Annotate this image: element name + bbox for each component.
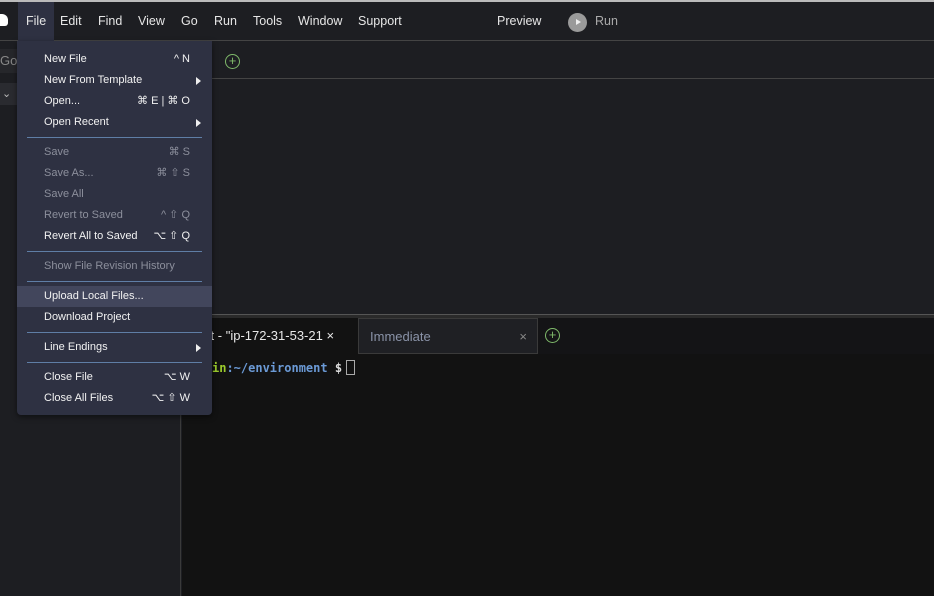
menu-edit[interactable]: Edit xyxy=(52,2,90,41)
menu-view[interactable]: View xyxy=(130,2,173,41)
terminal-tab-bar: ort - "ip-172-31-53-21 × Immediate × + xyxy=(182,318,934,354)
menu-item-label: Revert to Saved xyxy=(44,209,123,221)
shortcut-label: ^ N xyxy=(173,53,190,65)
menubar: File Edit Find View Go Run Tools Window … xyxy=(0,2,934,41)
menu-item-download-project[interactable]: Download Project xyxy=(17,307,212,328)
terminal[interactable]: in:~/environment $ xyxy=(182,354,934,596)
menu-item-close-all-files[interactable]: Close All Files ⌥ ⇧ W xyxy=(17,388,212,409)
shortcut-label: ⌥ ⇧ Q xyxy=(153,230,190,242)
menu-item-line-endings[interactable]: Line Endings xyxy=(17,337,212,358)
immediate-tab[interactable]: Immediate × xyxy=(358,318,538,354)
menu-item-save-as: Save As... ⌘ ⇧ S xyxy=(17,163,212,184)
close-icon[interactable]: × xyxy=(519,319,527,355)
submenu-arrow-icon xyxy=(196,344,201,352)
menu-separator xyxy=(27,281,202,282)
menu-item-label: Save xyxy=(44,146,70,158)
menu-run[interactable]: Run xyxy=(206,2,245,41)
new-tab-plus-icon[interactable]: + xyxy=(225,54,240,69)
menu-item-revert-to-saved: Revert to Saved ^ ⇧ Q xyxy=(17,205,212,226)
run-button[interactable]: Run xyxy=(587,2,626,41)
menu-window[interactable]: Window xyxy=(290,2,350,41)
prompt-symbol: $ xyxy=(334,361,343,375)
shortcut-label: ⌘ S xyxy=(168,146,190,158)
menu-item-label: Download Project xyxy=(44,311,131,323)
preview-button[interactable]: Preview xyxy=(489,2,549,41)
shortcut-label: ⌥ ⇧ W xyxy=(151,392,190,404)
new-terminal-plus-icon[interactable]: + xyxy=(545,328,560,343)
menu-item-upload-local-files[interactable]: Upload Local Files... xyxy=(17,286,212,307)
menu-item-open-recent[interactable]: Open Recent xyxy=(17,112,212,133)
menu-item-open[interactable]: Open... ⌘ E | ⌘ O xyxy=(17,91,212,112)
menu-item-label: Close File xyxy=(44,371,93,383)
shortcut-label: ⌘ E | ⌘ O xyxy=(137,95,190,107)
file-menu-dropdown: New File ^ N New From Template Open... ⌘ E |… xyxy=(17,41,212,415)
run-play-icon[interactable] xyxy=(568,13,587,32)
editor-tab-bar: + xyxy=(182,41,934,79)
chevron-down-icon: ⌄ xyxy=(2,88,12,100)
menu-go[interactable]: Go xyxy=(173,2,206,41)
menu-item-close-file[interactable]: Close File ⌥ W xyxy=(17,367,212,388)
menu-tools[interactable]: Tools xyxy=(245,2,290,41)
cloud9-logo-icon[interactable] xyxy=(0,14,8,26)
menu-find[interactable]: Find xyxy=(90,2,130,41)
shortcut-label: ^ ⇧ Q xyxy=(160,209,190,221)
menu-support[interactable]: Support xyxy=(350,2,410,41)
shortcut-label: ⌘ ⇧ S xyxy=(156,167,190,179)
terminal-cursor xyxy=(346,360,356,375)
menu-item-label: Line Endings xyxy=(44,341,108,353)
submenu-arrow-icon xyxy=(196,119,201,127)
menu-item-label: Save All xyxy=(44,188,84,200)
menu-item-label: Open Recent xyxy=(44,116,109,128)
prompt-path: :~/environment xyxy=(226,361,328,375)
menu-separator xyxy=(27,251,202,252)
menu-item-label: Save As... xyxy=(44,167,94,179)
menu-separator xyxy=(27,332,202,333)
menu-item-new-file[interactable]: New File ^ N xyxy=(17,49,212,70)
menu-separator xyxy=(27,362,202,363)
shortcut-label: ⌥ W xyxy=(163,371,190,383)
menu-item-label: Open... xyxy=(44,95,81,107)
menu-item-label: New From Template xyxy=(44,74,143,86)
submenu-arrow-icon xyxy=(196,77,201,85)
prompt-user: in xyxy=(212,361,227,375)
menu-item-label: New File xyxy=(44,53,87,65)
menu-file[interactable]: File xyxy=(18,2,55,41)
menu-item-save-all: Save All xyxy=(17,184,212,205)
menu-item-new-from-template[interactable]: New From Template xyxy=(17,70,212,91)
menu-item-revert-all-to-saved[interactable]: Revert All to Saved ⌥ ⇧ Q xyxy=(17,226,212,247)
menu-item-show-file-revision-history: Show File Revision History xyxy=(17,256,212,277)
menu-item-label: Upload Local Files... xyxy=(44,290,144,302)
menu-item-save: Save ⌘ S xyxy=(17,142,212,163)
menu-item-label: Show File Revision History xyxy=(44,260,175,272)
menu-separator xyxy=(27,137,202,138)
menu-item-label: Revert All to Saved xyxy=(44,230,138,242)
menu-item-label: Close All Files xyxy=(44,392,114,404)
